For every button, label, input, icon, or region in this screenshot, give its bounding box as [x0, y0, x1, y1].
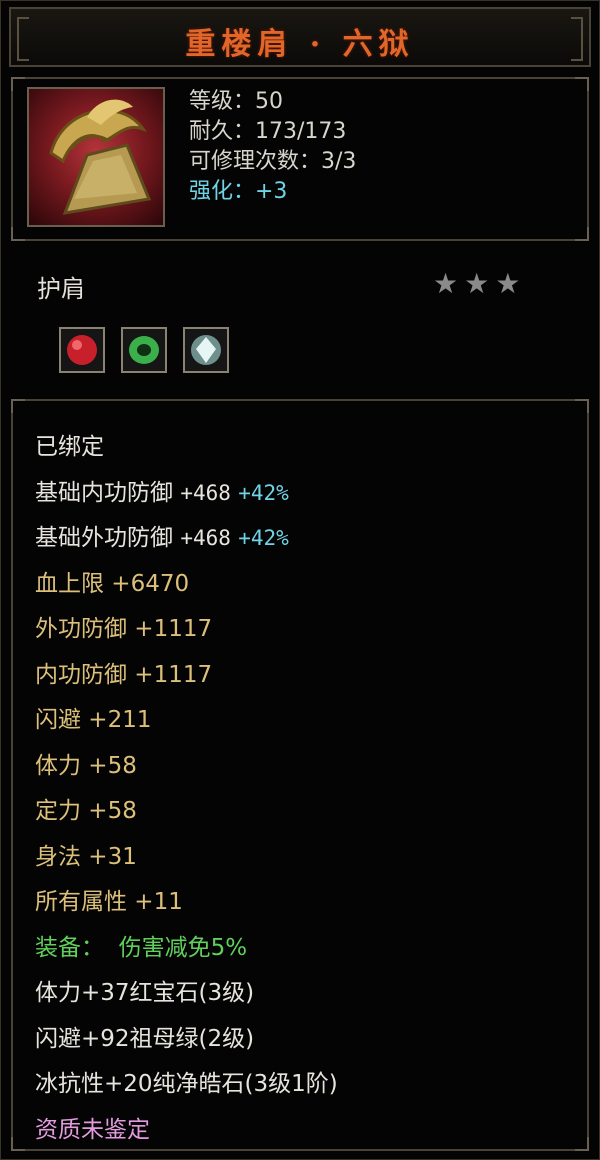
quality-status: 资质未鉴定 [35, 1116, 150, 1143]
gem-bonus-line: 体力+37红宝石(3级) [35, 980, 255, 1006]
attribute-line: 身法 +31 [35, 843, 137, 870]
equipment-slot-label: 护肩 [37, 275, 85, 303]
enhance-stat: 强化：+3 [189, 179, 288, 204]
base-inner-defense: 基础内功防御 +468 +42% [35, 479, 289, 506]
attribute-line: 所有属性 +11 [35, 889, 183, 915]
gem-bonus-line: 闪避+92祖母绿(2级) [35, 1025, 255, 1052]
header-panel: 等级：50 耐久：173/173 可修理次数：3/3 强化：+3 [11, 77, 589, 241]
star-rating: ★★★ [433, 267, 527, 300]
item-tooltip: 重楼肩 · 六狱 等级：50 耐久：173/173 可修理次数：3/3 强化：+… [0, 0, 600, 1160]
durability-stat: 耐久：173/173 [189, 119, 347, 144]
set-bonus-line: 装备： 伤害减免5% [35, 934, 248, 961]
repair-count-stat: 可修理次数：3/3 [189, 149, 357, 174]
panel-corner [575, 1137, 589, 1151]
attribute-line: 定力 +58 [35, 798, 137, 824]
panel-corner [11, 1137, 25, 1151]
panel-corner [575, 399, 589, 413]
red-ruby-gem-icon[interactable] [59, 327, 105, 373]
level-stat: 等级：50 [189, 89, 283, 114]
attribute-line: 外功防御 +1117 [35, 616, 213, 642]
item-stats: 等级：50 耐久：173/173 可修理次数：3/3 强化：+3 [189, 87, 356, 207]
base-outer-defense: 基础外功防御 +468 +42% [35, 525, 289, 551]
green-emerald-gem-icon[interactable] [121, 327, 167, 373]
shoulder-armor-icon[interactable] [27, 87, 165, 227]
attribute-line: 血上限 +6470 [35, 570, 190, 597]
panel-corner [11, 77, 25, 91]
white-diamond-gem-icon[interactable] [183, 327, 229, 373]
bound-status: 已绑定 [35, 434, 104, 460]
panel-corner [575, 227, 589, 241]
title-bar: 重楼肩 · 六狱 [9, 7, 591, 67]
attribute-line: 体力 +58 [35, 752, 137, 779]
attribute-lines: 已绑定 基础内功防御 +468 +42% 基础外功防御 +468 +42% 血上… [35, 425, 338, 1153]
item-title: 重楼肩 · 六狱 [185, 27, 415, 62]
panel-corner [11, 227, 25, 241]
gem-bonus-line: 冰抗性+20纯净皓石(3级1阶) [35, 1071, 338, 1097]
panel-corner [11, 399, 25, 413]
attribute-line: 内功防御 +1117 [35, 661, 213, 688]
attribute-line: 闪避 +211 [35, 707, 152, 733]
panel-corner [575, 77, 589, 91]
